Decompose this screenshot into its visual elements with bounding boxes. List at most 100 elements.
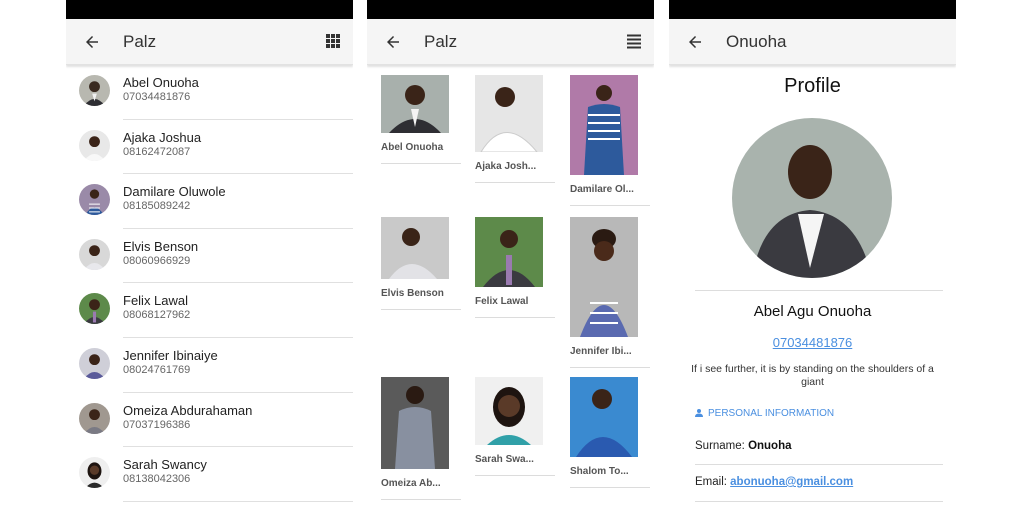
- avatar: [79, 75, 110, 106]
- divider: [475, 475, 555, 476]
- divider: [475, 182, 555, 183]
- divider: [381, 163, 461, 164]
- contact-name: Jennifer Ibi...: [570, 346, 632, 357]
- avatar: [79, 238, 110, 270]
- contact-name: Felix Lawal: [475, 296, 529, 307]
- divider: [123, 500, 353, 502]
- contact-name: Damilare Oluwole: [123, 184, 226, 200]
- status-bar: [669, 0, 956, 19]
- contact-phone: 08162472087: [123, 145, 191, 158]
- section-label: PERSONAL INFORMATION: [708, 407, 835, 419]
- status-bar: [66, 0, 353, 19]
- personal-info-section: PERSONAL INFORMATION: [693, 407, 834, 419]
- app-bar: Palz: [367, 19, 654, 65]
- contact-row[interactable]: Omeiza Abdurahaman 07037196386: [66, 393, 353, 448]
- surname-label: Surname:: [695, 440, 745, 452]
- contact-row[interactable]: Felix Lawal 08068127962: [66, 283, 353, 338]
- avatar: [79, 184, 110, 216]
- contact-photo: [475, 377, 543, 450]
- contact-photo: [381, 75, 449, 138]
- avatar: [79, 347, 110, 379]
- contact-photo: [475, 75, 543, 157]
- contact-name: Jennifer Ibinaiye: [123, 347, 218, 363]
- email-link[interactable]: abonuoha@gmail.com: [730, 476, 853, 488]
- contact-name: Elvis Benson: [123, 238, 199, 254]
- divider: [381, 309, 461, 310]
- divider: [570, 487, 650, 488]
- divider: [695, 501, 943, 502]
- contact-phone: 08068127962: [123, 309, 191, 322]
- profile-heading: Profile: [784, 75, 841, 97]
- grid-cell[interactable]: Jennifer Ibi...: [570, 217, 650, 368]
- contact-photo: [570, 217, 638, 342]
- contact-name: Abel Onuoha: [123, 75, 199, 90]
- contact-name: Shalom To...: [570, 466, 629, 477]
- profile-phone-link[interactable]: 07034481876: [669, 335, 956, 350]
- app-bar: Onuoha: [669, 19, 956, 65]
- contact-name: Felix Lawal: [123, 293, 189, 309]
- person-icon: [695, 409, 703, 417]
- grid-view-icon[interactable]: [325, 33, 341, 49]
- contacts-grid: Abel Onuoha Elvis Benson Omeiza Ab... Aj…: [367, 65, 654, 521]
- grid-cell[interactable]: Shalom To...: [570, 377, 650, 488]
- profile-content: Profile Abel Agu Onuoha 07034481876 If i…: [669, 65, 956, 521]
- contact-name: Ajaka Josh...: [475, 161, 537, 172]
- divider: [695, 464, 943, 465]
- contact-phone: 07034481876: [123, 91, 191, 103]
- divider: [570, 205, 650, 206]
- contact-photo: [570, 75, 638, 180]
- grid-cell[interactable]: Ajaka Josh...: [475, 75, 555, 183]
- profile-avatar: [732, 118, 892, 278]
- contacts-list: Abel Onuoha 07034481876 Ajaka Joshua 081…: [66, 65, 353, 502]
- avatar: [79, 129, 110, 161]
- contact-name: Ajaka Joshua: [123, 129, 202, 145]
- divider: [475, 317, 555, 318]
- list-view-icon[interactable]: [626, 33, 642, 49]
- grid-cell[interactable]: Elvis Benson: [381, 217, 461, 310]
- arrow-back-icon[interactable]: [83, 33, 101, 51]
- contact-phone: 08060966929: [123, 254, 191, 267]
- contacts-grid-screen: Palz Abel Onuoha Elvis Benson Omeiza Ab.…: [367, 0, 654, 521]
- contact-photo: [381, 377, 449, 474]
- profile-full-name: Abel Agu Onuoha: [753, 303, 872, 320]
- contact-photo: [570, 377, 638, 462]
- divider: [381, 499, 461, 500]
- contact-name: Omeiza Ab...: [381, 478, 441, 489]
- email-label: Email:: [695, 476, 727, 488]
- contact-row[interactable]: Sarah Swancy 08138042306: [66, 447, 353, 502]
- app-title: Palz: [424, 32, 458, 51]
- divider: [695, 290, 943, 291]
- contact-name: Damilare Ol...: [570, 184, 634, 195]
- contact-phone: 08024761769: [123, 363, 191, 376]
- grid-cell[interactable]: Omeiza Ab...: [381, 377, 461, 500]
- contact-phone: 08185089242: [123, 200, 191, 213]
- grid-cell[interactable]: Felix Lawal: [475, 217, 555, 318]
- grid-cell[interactable]: Damilare Ol...: [570, 75, 650, 206]
- contacts-list-screen: Palz Abel Onuoha 07034481876 Ajaka Joshu…: [66, 0, 353, 521]
- grid-cell[interactable]: Abel Onuoha: [381, 75, 461, 164]
- contact-name: Abel Onuoha: [381, 142, 444, 153]
- contact-row[interactable]: Damilare Oluwole 08185089242: [66, 174, 353, 229]
- email-field: Email: abonuoha@gmail.com: [695, 476, 853, 488]
- contact-row[interactable]: Elvis Benson 08060966929: [66, 229, 353, 284]
- surname-field: Surname: Onuoha: [695, 440, 792, 452]
- arrow-back-icon[interactable]: [384, 33, 402, 51]
- avatar: [79, 402, 110, 434]
- contact-photo: [381, 217, 449, 284]
- arrow-back-icon[interactable]: [686, 33, 704, 51]
- contact-phone: 07037196386: [123, 418, 191, 431]
- contact-name: Sarah Swancy: [123, 457, 207, 473]
- contact-row[interactable]: Jennifer Ibinaiye 08024761769: [66, 338, 353, 393]
- contact-row[interactable]: Ajaka Joshua 08162472087: [66, 120, 353, 175]
- app-title: Palz: [123, 32, 157, 51]
- profile-screen: Onuoha Profile Abel Agu Onuoha 070344818…: [669, 0, 956, 521]
- app-title: Onuoha: [726, 32, 787, 51]
- contact-row[interactable]: Abel Onuoha 07034481876: [66, 65, 353, 120]
- grid-cell[interactable]: Sarah Swa...: [475, 377, 555, 476]
- contact-phone: 08138042306: [123, 473, 191, 486]
- avatar: [79, 457, 110, 489]
- profile-quote: If i see further, it is by standing on t…: [691, 363, 934, 388]
- status-bar: [367, 0, 654, 19]
- app-bar: Palz: [66, 19, 353, 65]
- contact-photo: [475, 217, 543, 292]
